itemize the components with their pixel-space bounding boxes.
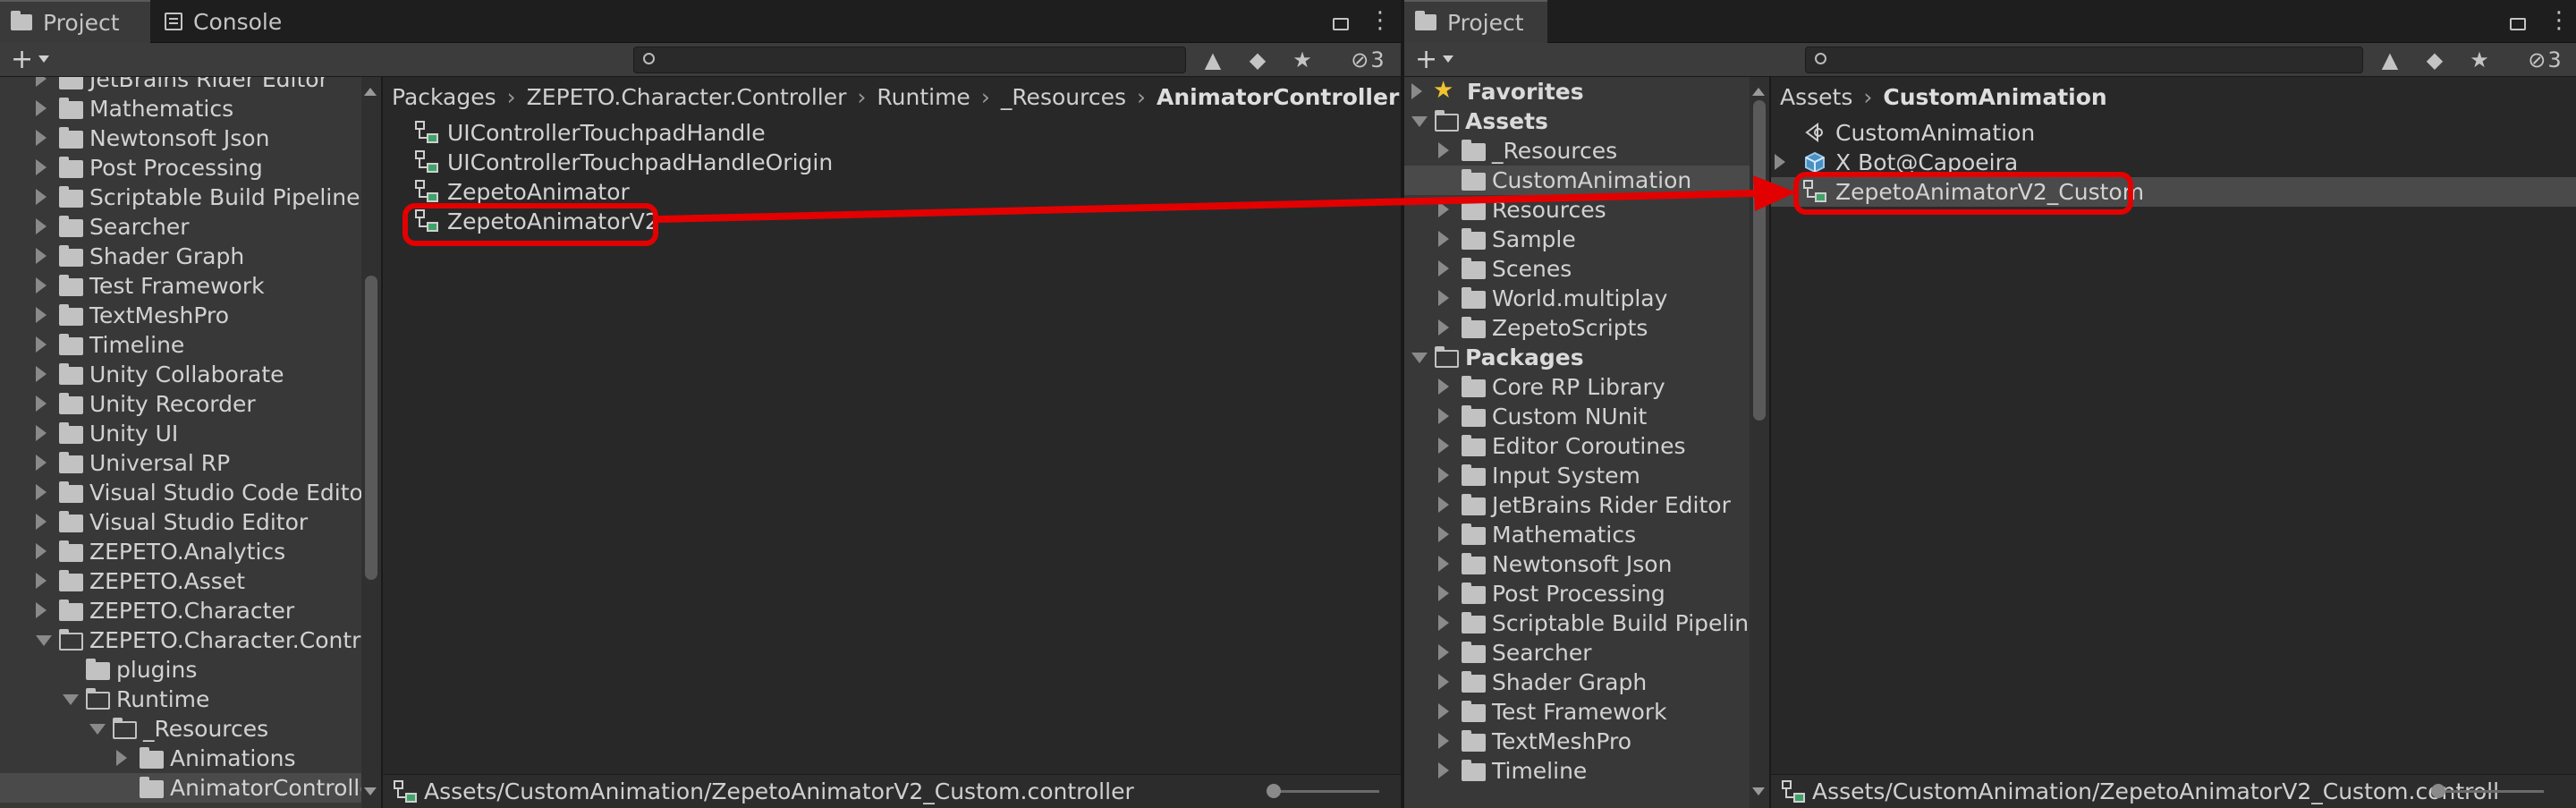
drag-arrow-head — [1753, 175, 1796, 211]
drag-arrow — [657, 175, 1796, 223]
drag-arrow-line — [657, 190, 1756, 223]
